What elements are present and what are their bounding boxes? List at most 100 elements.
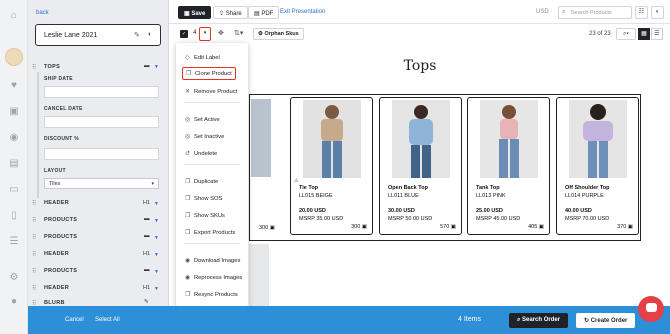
search-input[interactable]: ⌕ Search Products (558, 6, 632, 19)
drag-handle-icon[interactable]: ⠿ (32, 217, 36, 224)
menu-item-duplicate[interactable]: ❐ Duplicate (185, 178, 218, 185)
product-image-icon (392, 100, 450, 178)
chevron-down-icon[interactable]: ▼ (154, 218, 159, 224)
drag-handle-icon[interactable]: ⠿ (32, 268, 36, 275)
eye-icon[interactable]: ◉ (8, 132, 20, 144)
edit-icon[interactable]: ✎ (144, 299, 149, 305)
menu-separator (184, 243, 240, 244)
document-icon[interactable]: ▤ (8, 158, 20, 170)
menu-item-show-sos[interactable]: ❐ Show SOS (185, 195, 222, 202)
pdf-button[interactable]: ▤ PDF (248, 6, 280, 19)
grid-view-icon[interactable]: ▦ (638, 28, 650, 40)
section-layout-icon[interactable]: ▬ (144, 216, 150, 222)
caret-down-icon: ▾ (151, 181, 154, 187)
layout-select[interactable]: Tiles ▾ (44, 178, 159, 189)
box-icon[interactable]: ▣ (8, 106, 20, 118)
chevron-down-icon[interactable]: ▼ (154, 235, 159, 241)
cancel-date-input[interactable] (44, 116, 159, 128)
drag-handle-icon[interactable]: ⠿ (32, 64, 36, 71)
section-divider (37, 72, 39, 198)
product-card[interactable]: Off Shoulder Top LL014 PURPLE 40.00 USD … (556, 97, 639, 235)
menu-item-download-images[interactable]: ◉ Download Images (185, 257, 240, 264)
select-all-button[interactable]: Select All (95, 317, 120, 323)
move-icon[interactable]: ✥ (218, 29, 224, 37)
sort-icon[interactable]: ⇅▾ (234, 29, 243, 37)
menu-item-set-active[interactable]: ◎ Set Active (185, 116, 220, 123)
theme-icon[interactable]: ◐ (651, 6, 664, 19)
drag-handle-icon[interactable]: ⠿ (32, 285, 36, 292)
search-order-button[interactable]: ⌕ Search Order (509, 313, 569, 328)
orphan-skus-label: Orphan Skus (264, 31, 299, 37)
chevron-down-icon[interactable]: ▼ (154, 286, 159, 292)
chat-icon[interactable]: ▭ (8, 184, 20, 196)
home-icon[interactable]: ⌂ (8, 10, 20, 22)
product-image-icon (569, 100, 627, 178)
zoom-select[interactable]: ⌕▾ (616, 28, 636, 40)
section-layout-icon[interactable]: ▬ (144, 63, 150, 69)
avatar[interactable] (5, 48, 23, 66)
chevron-down-icon[interactable]: ▼ (154, 201, 159, 207)
product-price: 40.00 USD (565, 208, 592, 214)
edit-icon[interactable]: ✎ (134, 31, 140, 39)
filter-icon[interactable]: ☷ (635, 6, 648, 19)
menu-item-undelete[interactable]: ↺ Undelete (185, 150, 217, 157)
currency-select[interactable]: USD (536, 9, 549, 15)
orphan-skus-button[interactable]: ⚙ Orphan Skus (253, 28, 304, 40)
settings-icon[interactable]: ⚙ (8, 272, 20, 284)
select-all-checkbox[interactable]: ✓ (180, 30, 188, 38)
back-link[interactable]: back (36, 10, 49, 16)
menu-item-label: Remove Product (194, 89, 238, 95)
share-button[interactable]: ⇪ Share (213, 6, 248, 19)
search-icon: ⌕ (517, 317, 521, 323)
menu-item-set-inactive[interactable]: ◎ Set Inactive (185, 133, 224, 140)
menu-item-export-products[interactable]: ❐ Export Products (185, 229, 235, 236)
product-price: 30.00 USD (388, 208, 415, 214)
linesheet-name-box: Leslie Lane 2021 ✎ ◐ (35, 24, 161, 46)
save-button[interactable]: ▣ Save (178, 6, 212, 19)
heart-icon[interactable]: ♥ (8, 80, 20, 92)
drag-handle-icon[interactable]: ⠿ (32, 251, 36, 258)
discount-input[interactable] (44, 148, 159, 160)
product-code: LL014 PURPLE (565, 193, 604, 199)
status-icon: ⚠ (294, 178, 299, 184)
product-card[interactable]: Tank Top LL013 PINK 25.00 USD MSRP 45.00… (467, 97, 550, 235)
section-layout-icon[interactable]: ▬ (144, 267, 150, 273)
file-icon[interactable]: ▯ (8, 210, 20, 222)
product-code: LL011 BLUE (388, 193, 419, 199)
menu-item-reprocess-images[interactable]: ◉ Reprocess Images (185, 274, 242, 281)
menu-item-resync-products[interactable]: ❐ Resync Products (185, 291, 238, 298)
linesheet-panel: back Leslie Lane 2021 ✎ ◐ ⠿ TOPS ▬ ▼ SHI… (28, 0, 169, 334)
product-card[interactable]: ⚠ Tie Top LL015 BEIGE 20.00 USD MSRP 35.… (290, 97, 373, 235)
menu-item-clone-product[interactable]: ❐ Clone Product (182, 67, 236, 80)
drag-handle-icon[interactable]: ⠿ (32, 200, 36, 207)
menu-item-edit-label[interactable]: ◇ Edit Label (185, 54, 220, 61)
menu-item-show-skus[interactable]: ❐ Show SKUs (185, 212, 225, 219)
product-card[interactable]: Open Back Top LL011 BLUE 30.00 USD MSRP … (379, 97, 462, 235)
menu-item-remove-product[interactable]: ✕ Remove Product (185, 88, 237, 95)
heading-level[interactable]: H1 (143, 251, 150, 257)
ship-date-label: SHIP DATE (44, 76, 73, 82)
section-layout-icon[interactable]: ▬ (144, 233, 150, 239)
product-name: Off Shoulder Top (565, 185, 610, 191)
product-image-icon (303, 100, 361, 178)
list-icon[interactable]: ☰ (8, 236, 20, 248)
ship-date-input[interactable] (44, 86, 159, 98)
chevron-down-icon[interactable]: ▼ (154, 269, 159, 275)
create-order-button[interactable]: ↻ Create Order (576, 313, 636, 328)
actions-dropdown-button[interactable]: ▾ (199, 27, 211, 41)
exit-presentation-link[interactable]: Exit Presentation (280, 9, 325, 15)
user-icon[interactable]: ● (8, 296, 20, 308)
chevron-down-icon[interactable]: ▼ (154, 64, 159, 70)
actions-menu (176, 43, 248, 306)
product-qty: 570 ▣ (440, 224, 456, 230)
menu-item-label: Download Images (194, 258, 241, 264)
preview-icon[interactable]: ◐ (148, 31, 152, 38)
heading-level[interactable]: H1 (143, 200, 150, 206)
drag-handle-icon[interactable]: ⠿ (32, 234, 36, 241)
chevron-down-icon[interactable]: ▼ (154, 252, 159, 258)
chat-icon[interactable] (638, 296, 664, 322)
list-view-icon[interactable]: ☰ (651, 28, 663, 40)
menu-item-label: Resync Products (194, 292, 238, 298)
cancel-button[interactable]: Cancel (65, 317, 84, 323)
heading-level[interactable]: H1 (143, 285, 150, 291)
